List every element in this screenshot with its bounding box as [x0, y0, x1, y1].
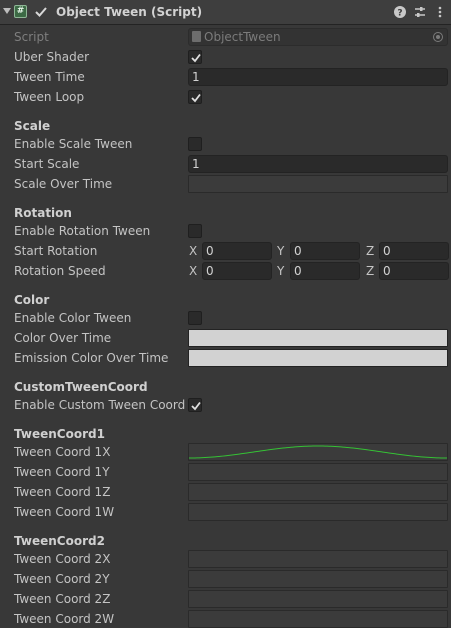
foldout-arrow-icon[interactable]: [3, 8, 11, 14]
tween-coord-2w-label: Tween Coord 2W: [14, 612, 115, 626]
uber-shader-checkbox[interactable]: [188, 50, 202, 64]
enable-custom-tween-coord-checkbox[interactable]: [188, 398, 202, 412]
scale-over-time-curve[interactable]: [188, 175, 448, 193]
script-label: Script: [14, 30, 49, 44]
rotation-speed-z-label: Z: [366, 264, 375, 278]
tween-coord-1z-curve[interactable]: [188, 483, 448, 501]
color-section-header: Color: [14, 293, 50, 307]
tween-coord-2y-curve[interactable]: [188, 570, 448, 588]
rotation-speed-z-input[interactable]: 0: [379, 262, 449, 280]
start-scale-input[interactable]: 1: [188, 155, 448, 173]
scale-over-time-label: Scale Over Time: [14, 177, 113, 191]
tween-coord-1w-curve[interactable]: [188, 503, 448, 521]
enable-color-tween-label: Enable Color Tween: [14, 311, 132, 325]
tween-loop-label: Tween Loop: [14, 90, 85, 104]
enable-scale-tween-checkbox[interactable]: [188, 137, 202, 151]
script-object-field: ObjectTween: [188, 28, 448, 46]
context-menu-icon[interactable]: [433, 5, 447, 19]
tween-coord-1y-curve[interactable]: [188, 463, 448, 481]
rotation-speed-x-label: X: [189, 264, 198, 278]
tween-coord-2z-label: Tween Coord 2Z: [14, 592, 111, 606]
rotation-speed-x-input[interactable]: 0: [202, 262, 272, 280]
tween-coord-2w-curve[interactable]: [188, 610, 448, 628]
rotation-speed-label: Rotation Speed: [14, 264, 106, 278]
tween-coord-1y-label: Tween Coord 1Y: [14, 465, 110, 479]
rotation-section-header: Rotation: [14, 206, 72, 220]
start-rotation-label: Start Rotation: [14, 244, 98, 258]
tween-coord-2y-label: Tween Coord 2Y: [14, 572, 110, 586]
rotation-speed-y-label: Y: [277, 264, 285, 278]
help-icon[interactable]: ?: [393, 5, 407, 19]
color-over-time-gradient[interactable]: [188, 329, 448, 347]
svg-text:?: ?: [397, 9, 402, 19]
component-header[interactable]: # Object Tween (Script) ?: [0, 0, 451, 25]
start-rotation-x-label: X: [189, 244, 198, 258]
start-rotation-y-label: Y: [277, 244, 285, 258]
enable-color-tween-checkbox[interactable]: [188, 311, 202, 325]
script-icon: #: [14, 5, 27, 18]
emission-color-over-time-label: Emission Color Over Time: [14, 351, 169, 365]
curve-preview-line: [189, 445, 447, 459]
tween-time-input[interactable]: 1: [188, 68, 448, 86]
scale-section-header: Scale: [14, 119, 51, 133]
component-enabled-checkbox[interactable]: [34, 5, 48, 19]
emission-color-over-time-gradient[interactable]: [188, 349, 448, 367]
start-rotation-y-input[interactable]: 0: [290, 242, 360, 260]
tween-coord1-section-header: TweenCoord1: [14, 427, 105, 441]
tween-coord-2x-curve[interactable]: [188, 550, 448, 568]
preset-settings-icon[interactable]: [413, 5, 427, 19]
start-scale-label: Start Scale: [14, 157, 80, 171]
enable-scale-tween-label: Enable Scale Tween: [14, 137, 133, 151]
script-value: ObjectTween: [204, 30, 281, 44]
enable-custom-tween-coord-label: Enable Custom Tween Coord: [14, 398, 186, 412]
color-over-time-label: Color Over Time: [14, 331, 112, 345]
tween-coord-1x-label: Tween Coord 1X: [14, 445, 111, 459]
tween-coord-2x-label: Tween Coord 2X: [14, 552, 111, 566]
tween-loop-checkbox[interactable]: [188, 90, 202, 104]
start-rotation-z-label: Z: [366, 244, 375, 258]
custom-tween-coord-section-header: CustomTweenCoord: [14, 380, 148, 394]
component-title: Object Tween (Script): [56, 5, 203, 19]
start-rotation-z-input[interactable]: 0: [379, 242, 449, 260]
tween-coord-1x-curve[interactable]: [188, 443, 448, 461]
tween-time-label: Tween Time: [14, 70, 85, 84]
tween-coord-1z-label: Tween Coord 1Z: [14, 485, 111, 499]
tween-coord-2z-curve[interactable]: [188, 590, 448, 608]
enable-rotation-tween-checkbox[interactable]: [188, 224, 202, 238]
script-asset-icon: [192, 31, 201, 42]
tween-coord-1w-label: Tween Coord 1W: [14, 505, 115, 519]
start-rotation-x-input[interactable]: 0: [202, 242, 272, 260]
uber-shader-label: Uber Shader: [14, 50, 90, 64]
object-picker-icon: [433, 32, 443, 42]
tween-coord2-section-header: TweenCoord2: [14, 534, 105, 548]
enable-rotation-tween-label: Enable Rotation Tween: [14, 224, 151, 238]
rotation-speed-y-input[interactable]: 0: [290, 262, 360, 280]
